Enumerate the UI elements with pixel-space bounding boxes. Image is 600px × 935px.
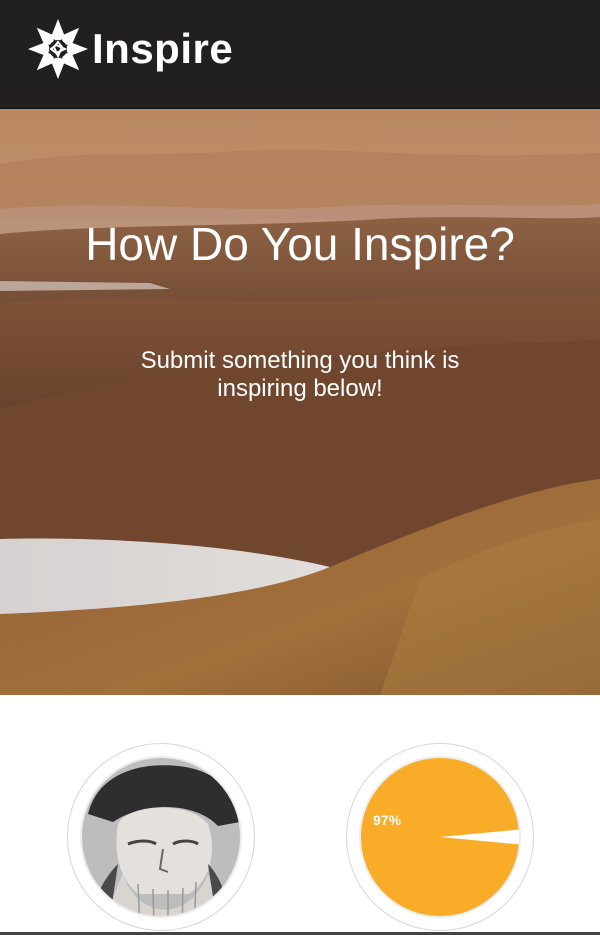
portrait-card[interactable] (67, 743, 255, 931)
hero-banner: How Do You Inspire? Submit something you… (0, 109, 600, 695)
brand-name: Inspire (92, 25, 234, 72)
pie-chart (359, 756, 521, 918)
flower-star-icon (28, 19, 88, 79)
hero-subtitle: Submit something you think is inspiring … (140, 347, 460, 402)
inspiration-cards: 97% (0, 695, 600, 935)
portrait-engraving-image (80, 756, 242, 918)
pie-data-label: 97% (373, 812, 402, 828)
brand-logo-link[interactable]: Inspire (24, 14, 233, 84)
hero-title: How Do You Inspire? (85, 218, 515, 270)
top-bar: Inspire (0, 0, 600, 109)
pie-chart-card[interactable]: 97% (346, 743, 534, 931)
